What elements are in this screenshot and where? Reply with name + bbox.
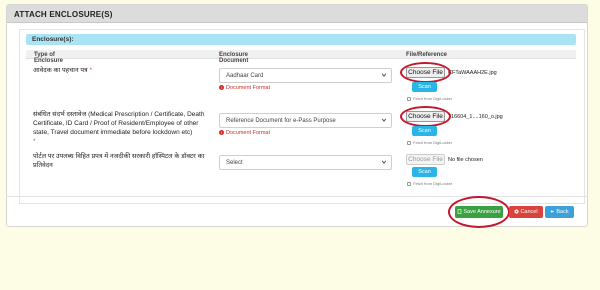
attach-enclosure-panel: ATTACH ENCLOSURE(S) Enclosure(s): Type o… — [6, 4, 588, 227]
highlight-ring — [400, 62, 451, 83]
back-button[interactable]: Back — [545, 206, 574, 218]
digilocker-icon — [407, 181, 411, 186]
scan-button[interactable]: Scan — [412, 126, 437, 136]
fetch-digilocker-link[interactable]: Fetch from DigiLocker — [407, 140, 452, 145]
document-format-link[interactable]: ! Document Format — [219, 85, 270, 91]
back-arrow-icon — [550, 210, 555, 213]
digilocker-icon — [407, 140, 411, 145]
chevron-down-icon — [381, 160, 387, 164]
table-header: Type of Enclosure * Enclosure Document *… — [26, 50, 576, 64]
close-icon — [514, 209, 519, 214]
digilocker-icon — [407, 96, 411, 101]
chevron-down-icon — [381, 118, 387, 122]
enclosure-bar: Enclosure(s): — [26, 34, 576, 45]
file-name: 716604_1....160_o.jpg — [448, 114, 503, 120]
fetch-digilocker-link[interactable]: Fetch from DigiLocker — [407, 181, 452, 186]
info-icon: ! — [219, 85, 224, 91]
row-label-reference-document: संबंधित संदर्भ दस्तावेज (Medical Prescri… — [33, 111, 205, 145]
panel-title: ATTACH ENCLOSURE(S) — [7, 5, 587, 23]
cancel-button[interactable]: Cancel — [509, 206, 543, 218]
document-format-link[interactable]: ! Document Format — [219, 130, 270, 136]
info-icon: ! — [219, 130, 224, 136]
row-label-doctor-report: पोर्टल पर उपलब्ध विहित प्रपत्र में नजदीक… — [33, 153, 205, 169]
fetch-digilocker-link[interactable]: Fetch from DigiLocker — [407, 96, 452, 101]
enclosure-document-select[interactable]: Aadhaar Card — [219, 68, 392, 83]
divider — [6, 196, 588, 197]
scan-button[interactable]: Scan — [412, 167, 437, 177]
enclosure-section: Enclosure(s): Type of Enclosure * Enclos… — [19, 29, 585, 204]
chevron-down-icon — [381, 73, 387, 77]
highlight-ring — [448, 196, 510, 228]
highlight-ring — [400, 106, 451, 127]
enclosure-document-select[interactable]: Reference Document for e-Pass Purpose — [219, 113, 392, 128]
scan-button[interactable]: Scan — [412, 82, 437, 92]
enclosure-document-select[interactable]: Select — [219, 155, 392, 170]
choose-file-button[interactable]: Choose File — [406, 154, 445, 165]
file-name: CFTaWAAAH2E.jpg — [448, 70, 497, 76]
row-label-applicant-id: आवेदक का पहचान पत्र * — [33, 67, 92, 74]
file-name: No file chosen — [448, 157, 483, 163]
